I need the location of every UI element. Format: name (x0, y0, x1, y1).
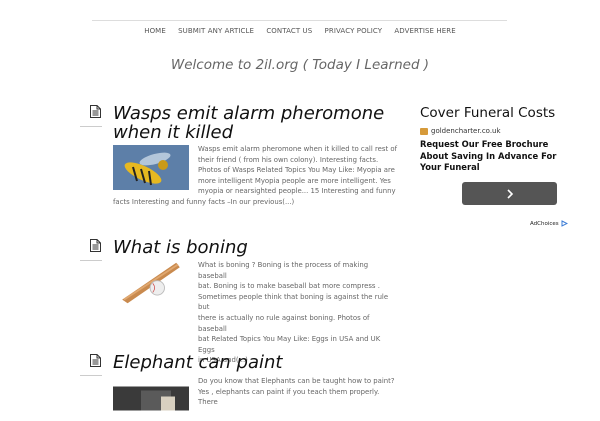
adchoices-label: AdChoices (530, 220, 559, 227)
post-excerpt: What is boning ? Boning is the process o… (198, 261, 389, 365)
wasp-thumbnail[interactable] (113, 145, 189, 190)
nav-advertise-here[interactable]: ADVERTISE HERE (394, 27, 455, 35)
nav-home[interactable]: HOME (144, 27, 166, 35)
document-icon (90, 239, 101, 252)
adchoices-link[interactable]: AdChoices (530, 220, 568, 227)
elephant-thumbnail[interactable] (113, 376, 189, 421)
ad-unit: Cover Funeral Costs goldencharter.co.uk … (420, 105, 570, 205)
ad-body[interactable]: Request Our Free Brochure About Saving I… (420, 139, 570, 174)
nav-privacy-policy[interactable]: PRIVACY POLICY (325, 27, 383, 35)
nav-submit-article[interactable]: SUBMIT ANY ARTICLE (178, 27, 254, 35)
post-title[interactable]: What is boning (113, 238, 403, 257)
post-excerpt: Wasps emit alarm pheromone when it kille… (198, 145, 397, 196)
post-excerpt: Do you know that Elephants can be taught… (198, 377, 395, 407)
site-tagline: Welcome to 2il.org ( Today I Learned ) (170, 57, 430, 73)
document-icon (90, 354, 101, 367)
ad-open-button[interactable] (462, 182, 557, 205)
post-rule (80, 260, 102, 261)
post-rule (80, 375, 102, 376)
chevron-right-icon (506, 188, 513, 199)
post-title[interactable]: Elephant can paint (113, 353, 403, 372)
advertiser-logo-icon (420, 127, 428, 135)
header-rule (92, 20, 507, 21)
ad-headline[interactable]: Cover Funeral Costs (420, 105, 570, 121)
baseball-bat-thumbnail[interactable] (113, 260, 189, 305)
post-excerpt-tail: facts Interesting and funny facts –In ou… (113, 198, 295, 206)
ad-domain[interactable]: goldencharter.co.uk (420, 127, 570, 135)
nav-contact-us[interactable]: CONTACT US (266, 27, 312, 35)
ad-domain-text: goldencharter.co.uk (431, 127, 501, 135)
post-rule (80, 126, 102, 127)
adchoices-icon (561, 220, 568, 227)
post-title[interactable]: Wasps emit alarm pheromone when it kille… (113, 104, 403, 142)
main-nav: HOME SUBMIT ANY ARTICLE CONTACT US PRIVA… (0, 27, 600, 35)
document-icon (90, 105, 101, 118)
